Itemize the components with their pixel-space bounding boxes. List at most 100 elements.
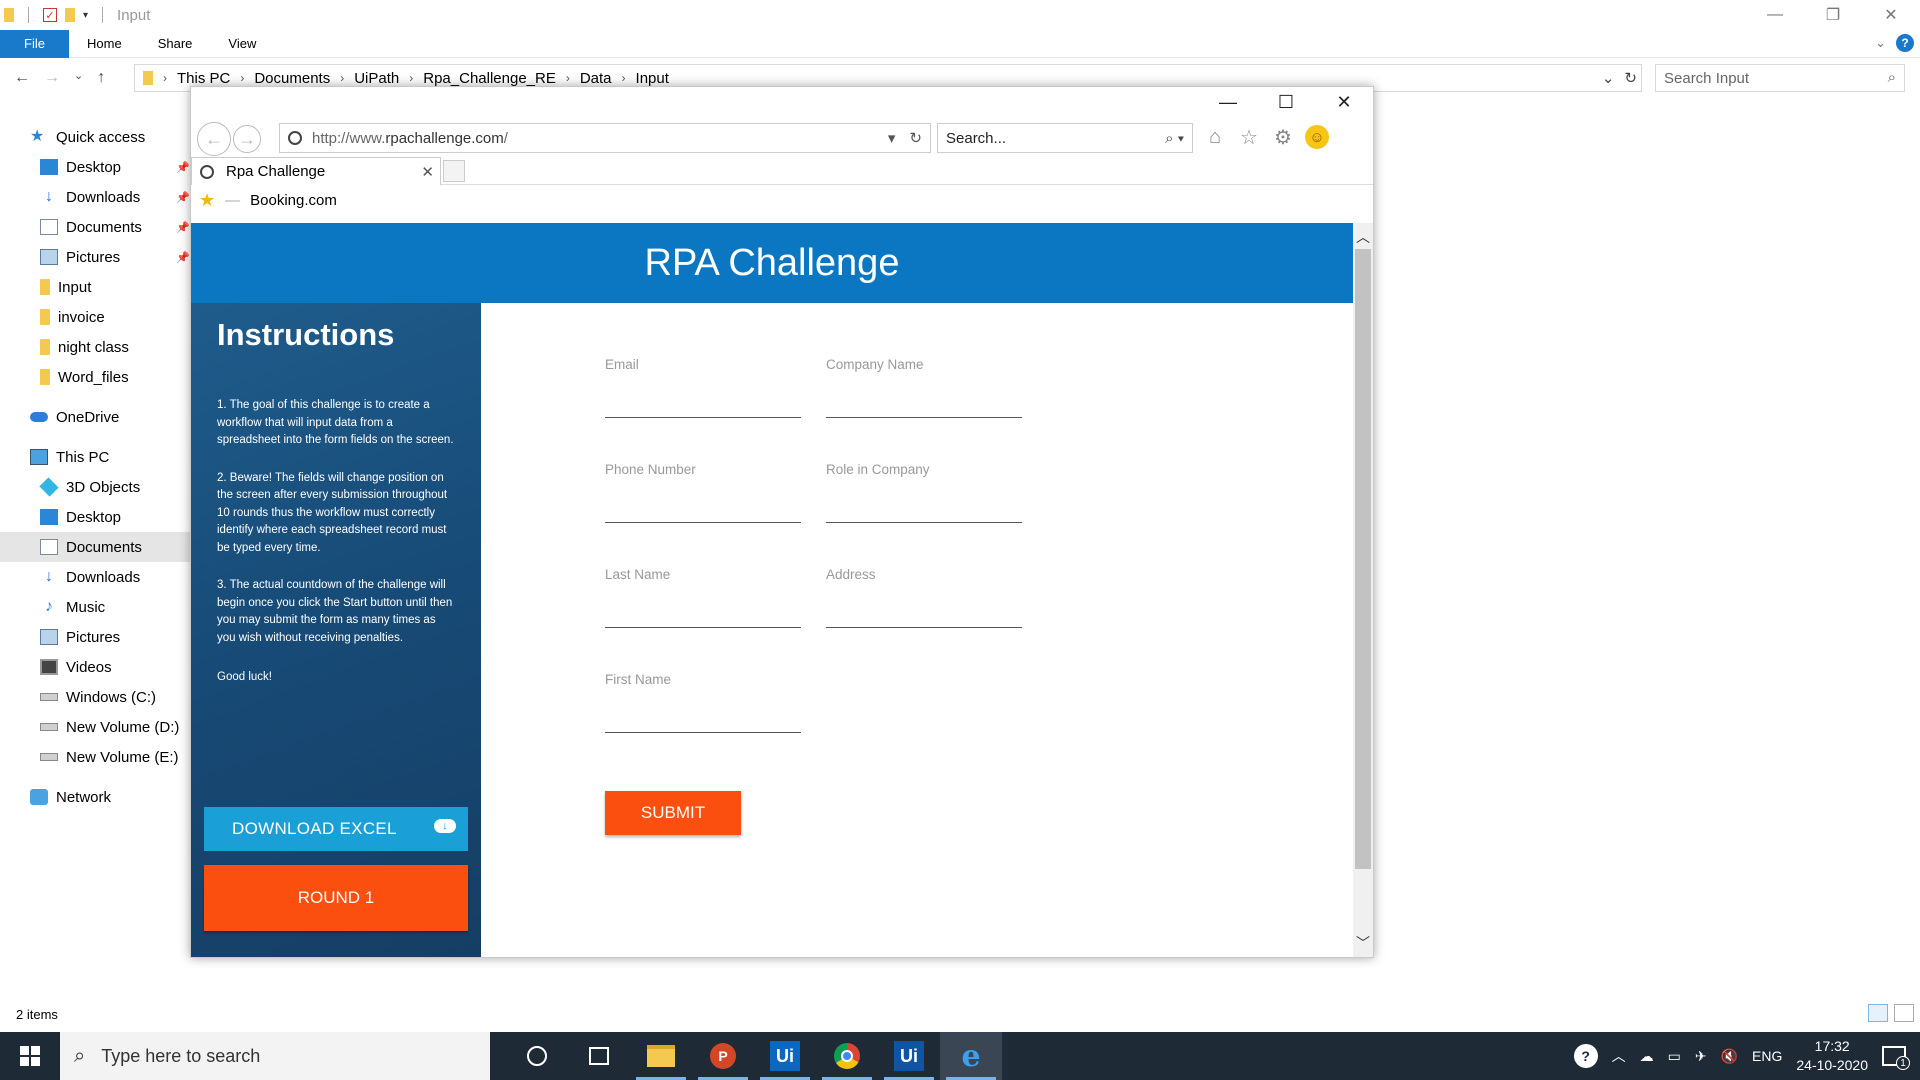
minimize-button[interactable]: — [1199,87,1257,117]
sidebar-item-desktop[interactable]: Desktop [0,502,190,532]
chevron-right-icon[interactable]: › [240,71,244,85]
breadcrumb-item[interactable]: Input [636,70,669,87]
tab-file[interactable]: File [0,29,69,58]
breadcrumb-item[interactable]: Documents [254,70,330,87]
uipath-studio-button[interactable]: Ui [754,1032,816,1080]
sidebar-item-pictures[interactable]: Pictures [0,622,190,652]
powerpoint-button[interactable]: P [692,1032,754,1080]
file-explorer-button[interactable] [630,1032,692,1080]
search-icon[interactable]: ⌕ ▾ [1165,130,1184,147]
close-button[interactable]: ✕ [1315,87,1373,117]
sidebar-item-downloads[interactable]: ↓ Downloads 📌 [0,182,190,212]
breadcrumb-item[interactable]: Data [580,70,612,87]
favorite-link[interactable]: Booking.com [250,192,337,209]
scroll-up-icon[interactable]: ︿ [1353,227,1373,247]
chrome-button[interactable] [816,1032,878,1080]
settings-gear-icon[interactable]: ⚙ [1271,125,1295,149]
up-icon[interactable]: ↑ [97,69,105,87]
sidebar-item-night-class[interactable]: night class [0,332,190,362]
close-tab-icon[interactable]: ✕ [421,163,434,181]
phone-number-input[interactable] [605,499,801,523]
tab-share[interactable]: Share [140,30,211,58]
back-icon[interactable]: ← [14,69,30,87]
sidebar-item-input[interactable]: Input [0,272,190,302]
dropdown-icon[interactable]: ▾ [888,129,896,147]
large-icons-view-icon[interactable] [1894,1004,1914,1022]
download-excel-button[interactable]: DOWNLOAD EXCEL ↓ [204,807,468,851]
first-name-input[interactable] [605,709,801,733]
language-indicator[interactable]: ENG [1752,1048,1782,1064]
sidebar-item-quick-access[interactable]: ★ Quick access [0,122,190,152]
sidebar-item-documents[interactable]: Documents 📌 [0,212,190,242]
sidebar-item-network[interactable]: Network [0,782,190,812]
address-input[interactable] [826,604,1022,628]
maximize-button[interactable]: ☐ [1257,87,1315,117]
explorer-search-input[interactable]: Search Input ⌕ [1655,64,1905,92]
close-button[interactable]: ✕ [1862,0,1920,30]
search-icon[interactable]: ⌕ [1888,69,1896,86]
chevron-right-icon[interactable]: › [340,71,344,85]
new-folder-icon[interactable] [65,8,75,22]
breadcrumb-item[interactable]: Rpa_Challenge_RE [423,70,556,87]
sidebar-item-desktop[interactable]: Desktop 📌 [0,152,190,182]
new-tab-button[interactable] [443,160,465,182]
sidebar-item-word-files[interactable]: Word_files [0,362,190,392]
cloud-sync-icon[interactable]: ☁ [1640,1048,1654,1065]
volume-muted-icon[interactable]: 🔇 [1721,1048,1738,1065]
scrollbar-thumb[interactable] [1355,249,1371,869]
internet-explorer-button[interactable]: e [940,1032,1002,1080]
refresh-icon[interactable]: ↻ [1624,69,1637,87]
minimize-button[interactable]: — [1746,0,1804,30]
breadcrumb-item[interactable]: UiPath [354,70,399,87]
role-input[interactable] [826,499,1022,523]
sidebar-item-downloads[interactable]: ↓ Downloads [0,562,190,592]
airplane-mode-icon[interactable]: ✈ [1695,1048,1707,1065]
task-view-button[interactable] [568,1032,630,1080]
sidebar-item-volume-d[interactable]: New Volume (D:) [0,712,190,742]
back-icon[interactable]: ← [197,122,231,156]
round-button[interactable]: ROUND 1 [204,865,468,931]
uipath-robot-button[interactable]: Ui [878,1032,940,1080]
sidebar-item-3d-objects[interactable]: 3D Objects [0,472,190,502]
chevron-down-icon[interactable]: ⌄ [1602,69,1615,87]
details-view-icon[interactable] [1868,1004,1888,1022]
tab-view[interactable]: View [210,30,274,58]
scroll-down-icon[interactable]: ﹀ [1353,933,1373,953]
refresh-icon[interactable]: ↻ [909,129,922,147]
action-center-icon[interactable]: 1 [1882,1046,1910,1070]
home-icon[interactable]: ⌂ [1203,125,1227,149]
favorites-icon[interactable]: ★ [199,190,215,211]
page-scrollbar[interactable]: ︿ ﹀ [1353,223,1373,957]
url-bar[interactable]: http://www. rpachallenge.com / ▾ ↻ [279,123,931,153]
expand-ribbon-icon[interactable]: ⌄ [1875,35,1886,51]
feedback-smiley-icon[interactable]: ☺ [1305,125,1329,149]
submit-button[interactable]: SUBMIT [605,791,741,835]
sidebar-item-onedrive[interactable]: OneDrive [0,402,190,432]
help-icon[interactable]: ? [1896,34,1914,52]
chevron-right-icon[interactable]: › [566,71,570,85]
sidebar-item-windows-c[interactable]: Windows (C:) [0,682,190,712]
browser-tab[interactable]: Rpa Challenge ✕ [191,157,441,185]
sidebar-item-documents[interactable]: Documents [0,532,190,562]
sidebar-item-volume-e[interactable]: New Volume (E:) [0,742,190,772]
forward-icon[interactable]: → [233,125,261,153]
battery-icon[interactable]: ▭ [1668,1048,1681,1065]
email-input[interactable] [605,394,801,418]
forward-icon[interactable]: → [44,69,60,87]
chevron-right-icon[interactable]: › [622,71,626,85]
tab-home[interactable]: Home [69,30,140,58]
company-name-input[interactable] [826,394,1022,418]
customize-dropdown-icon[interactable]: ▾ [83,10,88,21]
browser-search-input[interactable]: Search... ⌕ ▾ [937,123,1193,153]
breadcrumb-item[interactable]: This PC [177,70,230,87]
sidebar-item-videos[interactable]: Videos [0,652,190,682]
show-hidden-icons-icon[interactable]: ︿ [1612,1046,1626,1066]
sidebar-item-pictures[interactable]: Pictures 📌 [0,242,190,272]
chevron-right-icon[interactable]: › [409,71,413,85]
restore-button[interactable]: ❐ [1804,0,1862,30]
start-button[interactable] [0,1032,60,1080]
properties-icon[interactable]: ✓ [43,8,57,22]
cortana-button[interactable] [506,1032,568,1080]
help-icon[interactable]: ? [1573,1044,1598,1068]
sidebar-item-this-pc[interactable]: This PC [0,442,190,472]
